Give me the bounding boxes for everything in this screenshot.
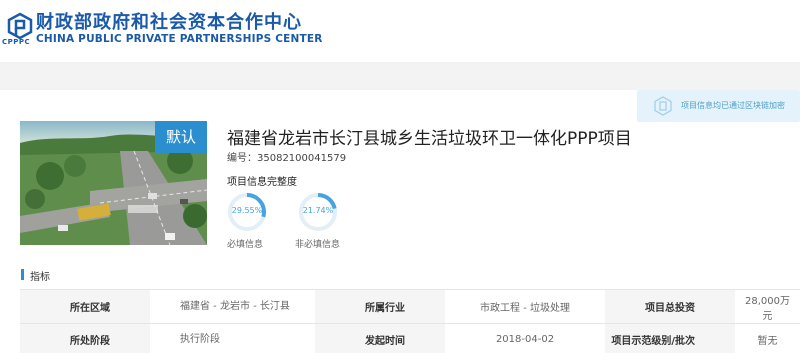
table-value: 暂无 — [735, 323, 800, 353]
required-info-label: 必填信息 — [227, 240, 264, 250]
indicator-table: 所在区域 福建省 - 龙岩市 - 长汀县 所属行业 市政工程 - 垃圾处理 项目… — [20, 289, 800, 353]
optional-info-label: 非必填信息 — [295, 240, 341, 250]
org-name-cn[interactable]: 财政部政府和社会资本合作中心 — [36, 8, 302, 34]
required-info-percent: 29.55% — [231, 206, 263, 215]
table-key: 所在区域 — [20, 289, 150, 324]
nav-band — [0, 62, 800, 90]
completeness-label: 项目信息完整度 — [227, 177, 297, 188]
optional-info-percent: 21.74% — [302, 206, 334, 215]
table-key: 项目总投资 — [605, 289, 735, 324]
table-key: 发起时间 — [315, 323, 445, 353]
table-value: 执行阶段 — [150, 323, 315, 353]
project-code: 编号：35082100041579 — [227, 153, 347, 164]
project-photo: 默认 — [20, 121, 207, 245]
default-tag: 默认 — [155, 121, 207, 153]
table-key: 所属行业 — [315, 289, 445, 324]
table-row: 所在区域 福建省 - 龙岩市 - 长汀县 所属行业 市政工程 - 垃圾处理 项目… — [20, 289, 800, 324]
table-key: 项目示范级别/批次 — [605, 323, 735, 353]
table-row: 所处阶段 执行阶段 发起时间 2018-04-02 项目示范级别/批次 暂无 — [20, 323, 800, 353]
blockchain-icon — [654, 96, 672, 116]
required-info-ring: 29.55% — [227, 192, 267, 232]
table-value: 市政工程 - 垃圾处理 — [445, 289, 605, 324]
logo-text: CPPPC — [2, 38, 31, 46]
table-value: 福建省 - 龙岩市 - 长汀县 — [150, 289, 315, 324]
section-marker — [21, 269, 24, 280]
table-key: 所处阶段 — [20, 323, 150, 353]
table-value: 2018-04-02 — [445, 323, 605, 353]
site-header: CPPPC 财政部政府和社会资本合作中心 CHINA PUBLIC PRIVAT… — [0, 0, 800, 60]
section-title: 指标 — [30, 272, 50, 283]
blockchain-badge: 项目信息均已通过区块链加密 — [637, 90, 800, 122]
org-name-en: CHINA PUBLIC PRIVATE PARTNERSHIPS CENTER — [36, 33, 323, 45]
optional-info-ring: 21.74% — [298, 192, 338, 232]
blockchain-text: 项目信息均已通过区块链加密 — [681, 101, 785, 110]
project-title: 福建省龙岩市长汀县城乡生活垃圾环卫一体化PPP项目 — [227, 129, 632, 149]
table-value: 28,000万元 — [735, 289, 800, 324]
